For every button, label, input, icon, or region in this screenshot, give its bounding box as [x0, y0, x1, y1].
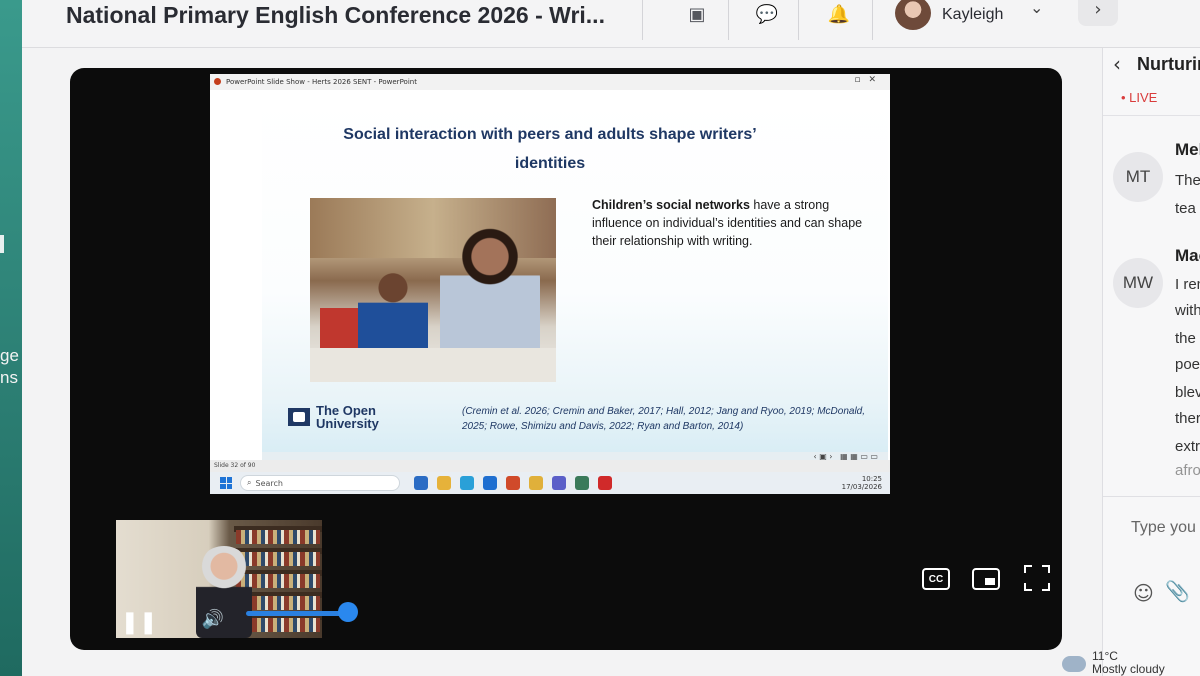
- outlook-icon: [414, 476, 428, 490]
- chat-line: poe: [1175, 356, 1200, 373]
- slide-title: Social interaction with peers and adults…: [290, 120, 810, 178]
- video-player[interactable]: PowerPoint Slide Show - Herts 2026 SENT …: [70, 68, 1062, 650]
- ppt-status-bar: Slide 32 of 90: [210, 460, 890, 472]
- acrobat-icon: [598, 476, 612, 490]
- powerpoint-icon: [214, 78, 221, 85]
- user-avatar[interactable]: [895, 0, 931, 30]
- header-divider: [872, 0, 873, 40]
- event-title: National Primary English Conference 2026…: [66, 2, 605, 28]
- chat-panel: ‹ Nurturing • LIVE MT Mel The tea MW Mac…: [1102, 48, 1200, 676]
- chat-line: ther: [1175, 410, 1200, 427]
- chat-line: the: [1175, 330, 1196, 347]
- slide-citations: (Cremin et al. 2026; Cremin and Baker, 2…: [462, 406, 866, 432]
- chat-line: I rem: [1175, 276, 1200, 293]
- nav-edge-marker: [0, 235, 4, 253]
- shared-screen-powerpoint: PowerPoint Slide Show - Herts 2026 SENT …: [210, 74, 890, 494]
- teams-icon: [552, 476, 566, 490]
- clock-date: 17/03/2026: [841, 483, 882, 491]
- weather-widget: 11°C Mostly cloudy: [1062, 650, 1165, 676]
- taskbar-search-label: Search: [255, 478, 283, 488]
- chat-avatar: MT: [1113, 152, 1163, 202]
- slide-text-bold: Children’s social networks: [592, 198, 750, 212]
- live-badge: • LIVE: [1121, 90, 1158, 105]
- search-icon: ⌕: [247, 478, 252, 487]
- chevron-right-icon[interactable]: ›: [1078, 0, 1118, 26]
- captions-button[interactable]: CC: [922, 568, 950, 590]
- chrome-icon: [529, 476, 543, 490]
- chat-line: blev: [1175, 384, 1200, 401]
- header-divider: [642, 0, 643, 40]
- pause-icon[interactable]: ❚❚: [121, 608, 158, 636]
- user-name[interactable]: Kayleigh: [942, 6, 1003, 24]
- chat-input[interactable]: Type you: [1131, 519, 1196, 537]
- chat-line: The: [1175, 172, 1200, 189]
- paperclip-icon[interactable]: 📎: [1165, 579, 1190, 603]
- chevron-down-icon[interactable]: ⌄: [1030, 0, 1043, 17]
- chat-bubble-icon[interactable]: 💬: [752, 0, 782, 28]
- slide-title-line2: identities: [514, 155, 586, 172]
- slide: Social interaction with peers and adults…: [262, 98, 888, 452]
- taskbar-search: ⌕ Search: [240, 475, 400, 491]
- chat-composer: Type you ☺ 📎: [1103, 496, 1200, 626]
- header-divider: [798, 0, 799, 40]
- powerpoint-app-icon: [506, 476, 520, 490]
- chat-header: ‹ Nurturing • LIVE: [1103, 48, 1200, 116]
- window-controls-icon: ▫✕: [854, 75, 884, 85]
- slide-title-line1: Social interaction with peers and adults…: [343, 126, 757, 143]
- weather-desc: Mostly cloudy: [1092, 662, 1165, 676]
- calendar-icon[interactable]: ▣: [682, 0, 712, 28]
- fullscreen-icon[interactable]: [1024, 565, 1050, 591]
- edge-icon: [460, 476, 474, 490]
- logo-line2: University: [316, 416, 379, 431]
- windows-taskbar: ⌕ Search 10:25 17/03/2026: [210, 472, 890, 494]
- chat-title: Nurturing: [1137, 54, 1200, 74]
- ppt-title-bar: PowerPoint Slide Show - Herts 2026 SENT …: [210, 74, 890, 90]
- chat-line: tea: [1175, 200, 1196, 217]
- bell-icon[interactable]: 🔔: [824, 0, 854, 28]
- chat-line: extr: [1175, 438, 1200, 455]
- open-university-mark-icon: [288, 408, 310, 426]
- volume-slider[interactable]: [246, 611, 352, 616]
- chat-author: Mel: [1175, 140, 1200, 159]
- clock-time: 10:25: [861, 475, 882, 483]
- snipping-icon: [575, 476, 589, 490]
- chat-line: afro: [1175, 462, 1200, 479]
- event-header: National Primary English Conference 2026…: [22, 0, 1200, 48]
- ppt-window-title: PowerPoint Slide Show - Herts 2026 SENT …: [226, 78, 417, 86]
- volume-icon[interactable]: 🔊: [200, 606, 226, 632]
- slide-counter: Slide 32 of 90: [214, 462, 256, 469]
- cloud-icon: [1062, 656, 1086, 672]
- file-explorer-icon: [437, 476, 451, 490]
- header-divider: [728, 0, 729, 40]
- event-app: National Primary English Conference 2026…: [22, 0, 1200, 676]
- picture-in-picture-icon[interactable]: [972, 568, 1000, 590]
- volume-slider-knob[interactable]: [338, 602, 358, 622]
- chevron-left-icon[interactable]: ‹: [1113, 52, 1121, 76]
- chat-line: with: [1175, 302, 1200, 319]
- emoji-icon[interactable]: ☺: [1133, 581, 1154, 605]
- windows-start-icon: [220, 477, 232, 489]
- classroom-photo: [310, 198, 556, 382]
- chat-avatar: MW: [1113, 258, 1163, 308]
- system-tray-clock: 10:25 17/03/2026: [842, 475, 882, 491]
- taskbar-apps: [414, 476, 612, 490]
- chat-author: Mac: [1175, 246, 1200, 265]
- slide-body-text: Children’s social networks have a strong…: [592, 196, 872, 250]
- open-university-logo: The Open University: [288, 404, 379, 430]
- word-icon: [483, 476, 497, 490]
